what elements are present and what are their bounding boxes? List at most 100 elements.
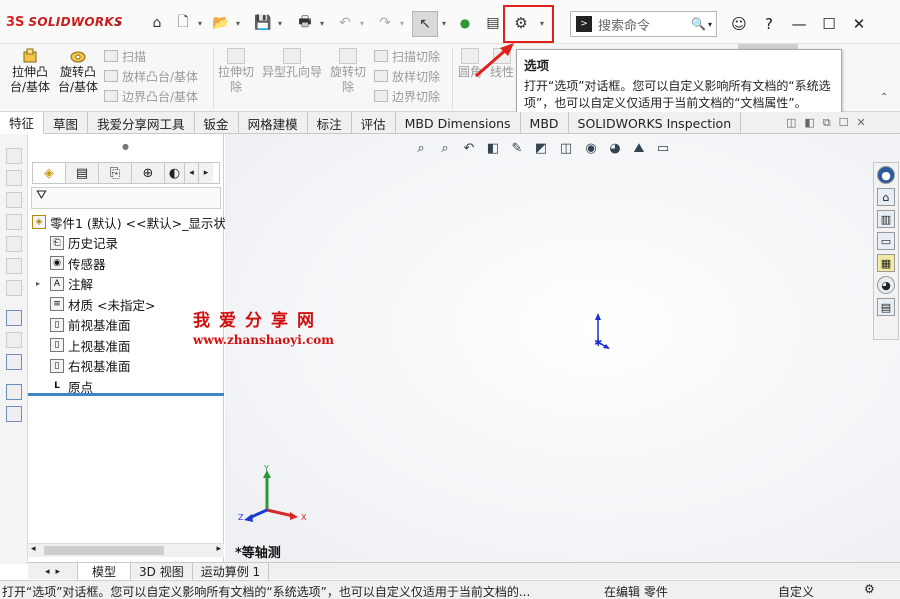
tab-mbd-dimensions[interactable]: MBD Dimensions (396, 112, 521, 134)
strip-tool-9-icon[interactable] (5, 332, 22, 348)
zoom-to-area-icon[interactable]: ⌕ (434, 139, 456, 157)
redo-icon[interactable]: ↷ (374, 12, 396, 34)
rebuild-traffic-light-icon[interactable]: ● (456, 12, 474, 34)
close-button[interactable]: ✕ (844, 12, 874, 36)
graphics-area[interactable]: ✱ Y X Z *等轴测 (225, 134, 900, 562)
options-gear-icon[interactable]: ⚙ (509, 12, 533, 34)
section-view-icon[interactable]: ◧ (482, 139, 504, 157)
new-dropdown-icon[interactable]: ▾ (196, 12, 204, 34)
strip-tool-6-icon[interactable] (5, 258, 22, 274)
status-units[interactable]: 自定义 (778, 583, 814, 599)
tab-sheet-metal[interactable]: 钣金 (195, 112, 239, 134)
apply-scene-icon[interactable]: ⛰ (628, 139, 650, 157)
boundary-cut-button[interactable]: 边界切除 (374, 86, 440, 106)
configuration-manager-icon[interactable]: ⎘ (99, 163, 132, 183)
undo-dropdown-icon[interactable]: ▾ (358, 12, 366, 34)
strip-tool-11-icon[interactable] (5, 384, 22, 400)
solidworks-resources-icon[interactable]: ● (877, 166, 895, 184)
select-dropdown-icon[interactable]: ▾ (440, 12, 448, 34)
panel-left-icon[interactable]: ◧ (804, 116, 814, 130)
tab-solidworks-inspection[interactable]: SOLIDWORKS Inspection (569, 112, 742, 134)
print-dropdown-icon[interactable]: ▾ (318, 12, 326, 34)
scroll-left-icon[interactable]: ◂ (31, 544, 36, 554)
panel-close-icon[interactable]: ✕ (857, 116, 866, 130)
tree-item-annotations[interactable]: ▸ A 注解 (28, 274, 224, 295)
panel-float-icon[interactable]: ⧉ (823, 116, 831, 130)
ribbon-collapse-icon[interactable]: ⌃ (880, 92, 888, 103)
print-icon[interactable]: 🖶 (294, 12, 316, 34)
dynamic-annotation-icon[interactable]: ✎ (506, 139, 528, 157)
tree-filter-field[interactable]: ⛛ (31, 187, 221, 209)
strip-tool-3-icon[interactable] (5, 192, 22, 208)
tab-features[interactable]: 特征 (0, 112, 45, 134)
redo-dropdown-icon[interactable]: ▾ (398, 12, 406, 34)
tab-mbd[interactable]: MBD (521, 112, 569, 134)
hole-wizard-button[interactable]: 异型孔向导 (260, 48, 324, 80)
tabs-scroll-left-icon[interactable]: ◂ (185, 163, 199, 183)
previous-view-icon[interactable]: ↶ (458, 139, 480, 157)
loft-cut-button[interactable]: 放样切除 (374, 66, 440, 86)
strip-tool-2-icon[interactable] (5, 170, 22, 186)
tree-item-part[interactable]: ◈ 零件1 (默认) <<默认>_显示状 (28, 212, 226, 233)
strip-tool-10-icon[interactable] (5, 354, 22, 370)
extrude-cut-button[interactable]: 拉伸切除 (216, 48, 256, 95)
home-icon[interactable]: ⌂ (146, 12, 168, 34)
tab-scroll-first-icon[interactable]: ◂ (45, 567, 50, 577)
tab-3d-views[interactable]: 3D 视图 (131, 563, 193, 580)
tab-model[interactable]: 模型 (78, 563, 132, 580)
help-icon[interactable]: ? (754, 12, 784, 36)
maximize-button[interactable]: ☐ (814, 12, 844, 36)
tree-horizontal-scrollbar[interactable]: ◂ ▸ (28, 543, 224, 557)
select-cursor-icon[interactable]: ↖ (412, 11, 438, 37)
new-document-icon[interactable]: 🗋 (172, 12, 194, 34)
appearances-icon[interactable]: ◕ (877, 276, 895, 294)
display-style-icon[interactable]: ◫ (554, 139, 578, 157)
search-input[interactable]: 搜索命令 (598, 15, 691, 34)
hide-show-items-icon[interactable]: ◉ (580, 139, 602, 157)
dimxpert-icon[interactable]: ⊕ (132, 163, 165, 183)
boundary-boss-button[interactable]: 边界凸台/基体 (104, 86, 198, 106)
tab-sketch[interactable]: 草图 (44, 112, 89, 134)
panel-grip-icon[interactable]: ● (122, 142, 129, 151)
search-icon[interactable]: 🔍 (691, 17, 706, 31)
view-orientation-icon[interactable]: ◩ (530, 139, 552, 157)
display-manager-icon[interactable]: ◐ (165, 163, 185, 183)
revolve-cut-button[interactable]: 旋转切除 (328, 48, 368, 95)
tab-markup[interactable]: 标注 (308, 112, 352, 134)
strip-tool-1-icon[interactable] (5, 148, 22, 164)
scroll-thumb[interactable] (44, 546, 164, 555)
tree-item-sensors[interactable]: ◉ 传感器 (28, 253, 224, 274)
extrude-boss-button[interactable]: 拉伸凸台/基体 (8, 48, 52, 95)
minimize-button[interactable]: — (784, 12, 814, 36)
save-dropdown-icon[interactable]: ▾ (276, 12, 284, 34)
expand-arrow-icon[interactable]: ▸ (36, 279, 50, 288)
file-properties-icon[interactable]: ▤ (482, 12, 504, 34)
edit-appearance-icon[interactable]: ◕ (604, 139, 626, 157)
view-settings-icon[interactable]: ▭ (652, 139, 674, 157)
sweep-button[interactable]: 扫描 (104, 46, 198, 66)
tab-mesh-modeling[interactable]: 网格建模 (239, 112, 308, 134)
strip-tool-5-icon[interactable] (5, 236, 22, 252)
file-explorer-icon[interactable]: ▭ (877, 232, 895, 250)
loft-button[interactable]: 放样凸台/基体 (104, 66, 198, 86)
revolve-boss-button[interactable]: 旋转凸台/基体 (56, 48, 100, 95)
tree-item-right-plane[interactable]: ▯ 右视基准面 (28, 356, 224, 377)
tab-evaluate[interactable]: 评估 (352, 112, 396, 134)
strip-tool-12-icon[interactable] (5, 406, 22, 422)
strip-tool-7-icon[interactable] (5, 280, 22, 296)
open-dropdown-icon[interactable]: ▾ (234, 12, 242, 34)
property-manager-icon[interactable]: ▤ (66, 163, 99, 183)
strip-tool-4-icon[interactable] (5, 214, 22, 230)
panel-restore-icon[interactable]: ◫ (786, 116, 796, 130)
menu-expand-arrow-icon[interactable]: › (112, 12, 124, 34)
undo-icon[interactable]: ↶ (334, 12, 356, 34)
search-dropdown-icon[interactable]: ▾ (708, 20, 712, 29)
options-dropdown-icon[interactable]: ▾ (538, 12, 546, 34)
tree-item-history[interactable]: ⎗ 历史记录 (28, 233, 224, 254)
custom-properties-icon[interactable]: ▤ (877, 298, 895, 316)
status-quick-tips-icon[interactable]: ⚙ (864, 582, 875, 596)
save-icon[interactable]: 💾 (252, 12, 274, 34)
strip-tool-8-icon[interactable] (5, 310, 22, 326)
tab-share-tools[interactable]: 我爱分享网工具 (88, 112, 195, 134)
user-account-icon[interactable]: ☺ (724, 12, 754, 36)
